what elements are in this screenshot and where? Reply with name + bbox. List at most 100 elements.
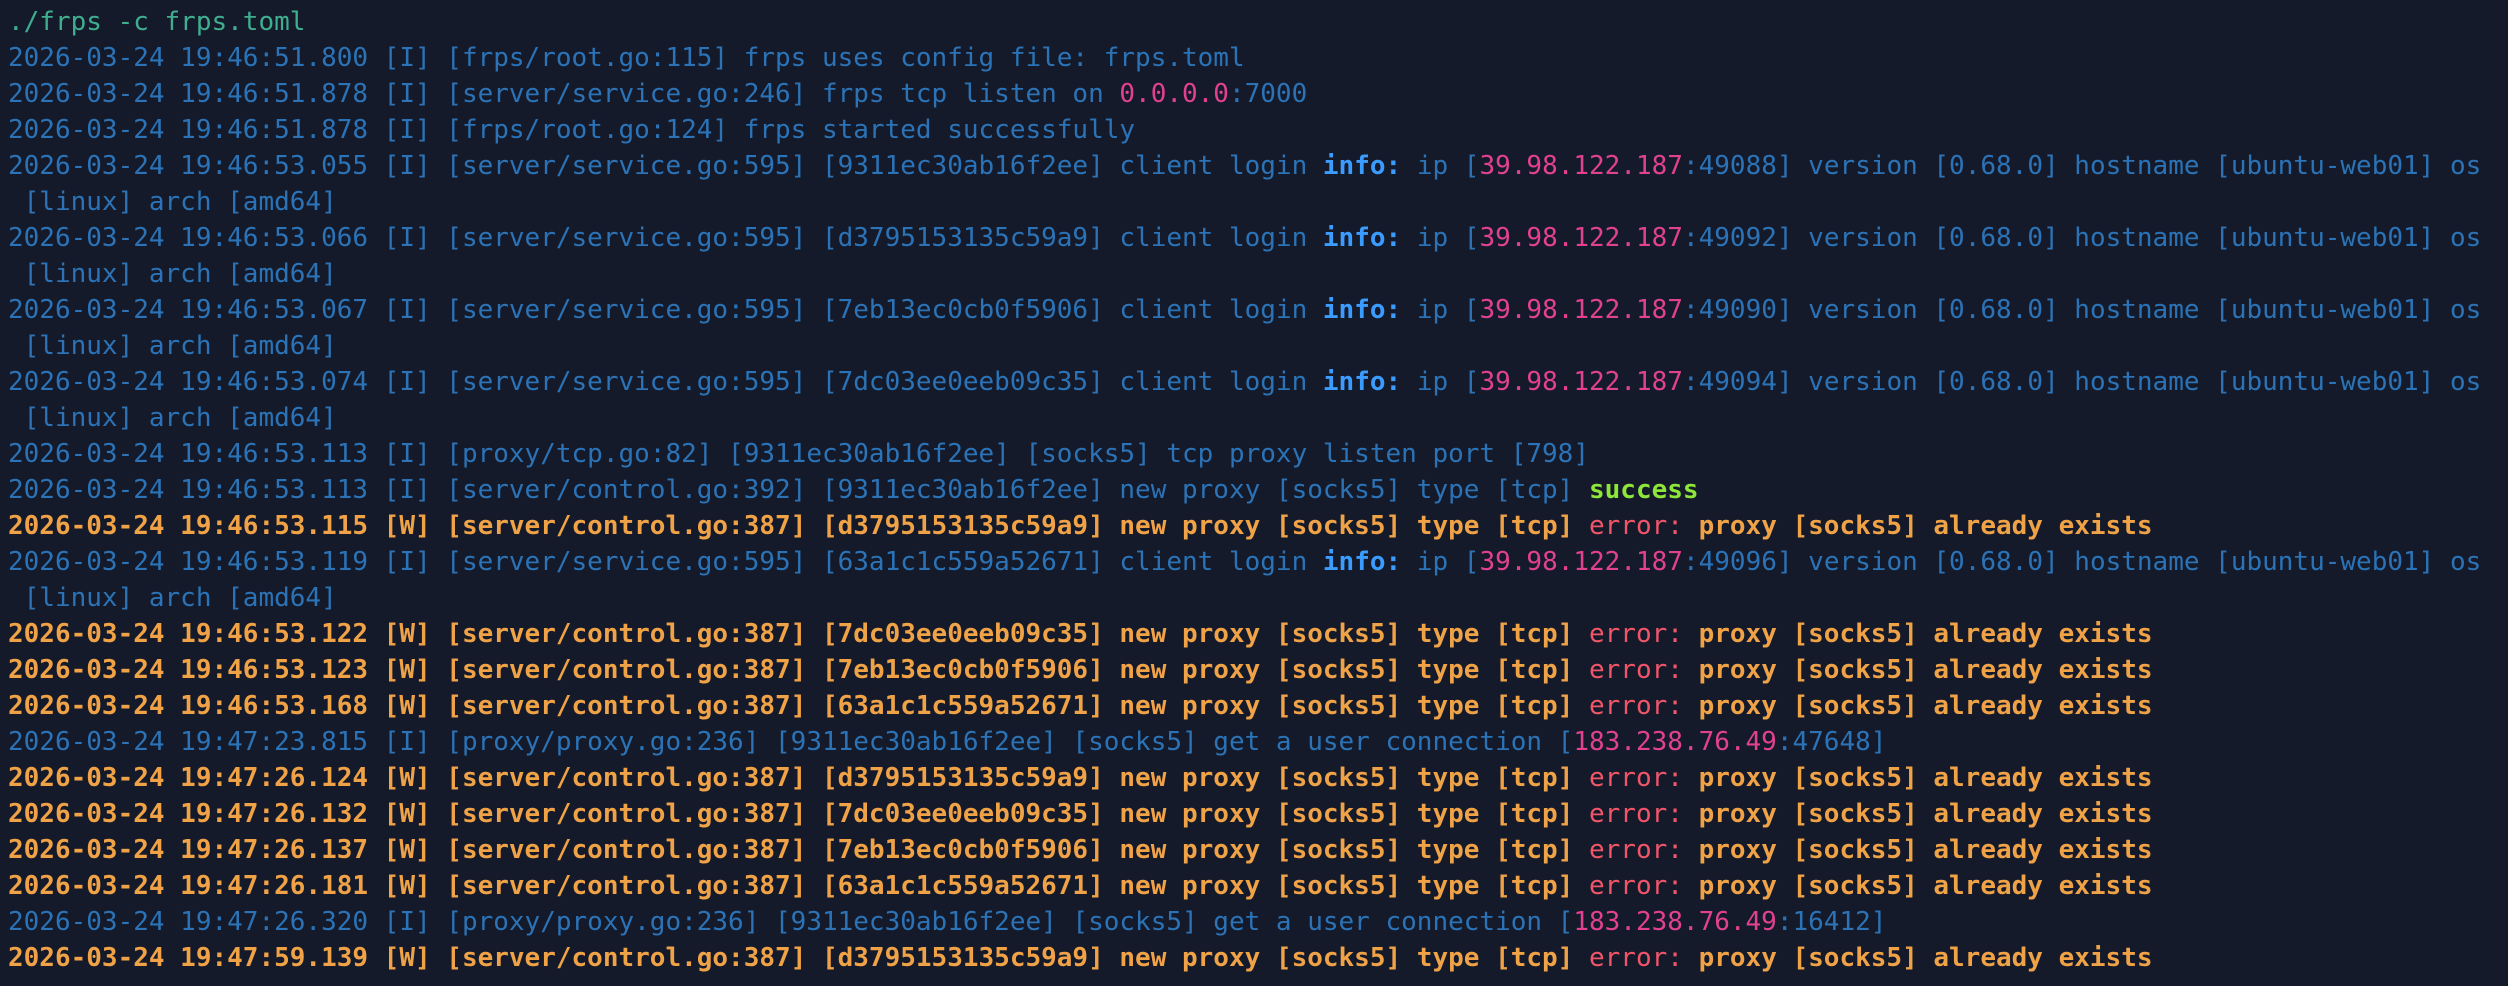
error-label: error: xyxy=(1589,691,1683,721)
error-label: error: xyxy=(1589,763,1683,793)
log-line-info: 2026-03-24 19:46:53.066 [I] [server/serv… xyxy=(8,220,2508,256)
log-line-info: [linux] arch [amd64] xyxy=(8,256,2508,292)
log-text: [linux] arch [amd64] xyxy=(8,403,337,433)
ip-address: 39.98.122.187 xyxy=(1479,367,1683,397)
info-label: info: xyxy=(1322,223,1402,253)
log-text: 2026-03-24 19:46:53.113 [I] [server/cont… xyxy=(8,475,1589,505)
log-line-warning: 2026-03-24 19:46:53.115 [W] [server/cont… xyxy=(8,508,2508,544)
error-label: error: xyxy=(1589,511,1683,541)
error-label: error: xyxy=(1589,619,1683,649)
info-label: info: xyxy=(1322,295,1402,325)
ip-address: 39.98.122.187 xyxy=(1479,295,1683,325)
log-text: ip [ xyxy=(1401,367,1480,397)
log-text: :49094] version [0.68.0] hostname [ubunt… xyxy=(1682,367,2482,397)
log-text: 2026-03-24 19:46:53.074 [I] [server/serv… xyxy=(8,367,1323,397)
log-text: :47648] xyxy=(1776,727,1887,757)
log-text: 2026-03-24 19:46:53.119 [I] [server/serv… xyxy=(8,547,1323,577)
log-text: [linux] arch [amd64] xyxy=(8,259,337,289)
ip-address: 39.98.122.187 xyxy=(1479,223,1683,253)
log-line-info: 2026-03-24 19:46:51.878 [I] [server/serv… xyxy=(8,76,2508,112)
log-text: proxy [socks5] already exists xyxy=(1682,511,2153,541)
log-line-info: 2026-03-24 19:46:53.113 [I] [proxy/tcp.g… xyxy=(8,436,2508,472)
log-line-info: 2026-03-24 19:46:53.113 [I] [server/cont… xyxy=(8,472,2508,508)
log-text: :49088] version [0.68.0] hostname [ubunt… xyxy=(1682,151,2482,181)
log-text: [linux] arch [amd64] xyxy=(8,331,337,361)
info-label: info: xyxy=(1322,547,1402,577)
log-text: 2026-03-24 19:47:26.320 [I] [proxy/proxy… xyxy=(8,907,1574,937)
log-line-info: [linux] arch [amd64] xyxy=(8,184,2508,220)
error-label: error: xyxy=(1589,943,1683,973)
log-lines: 2026-03-24 19:46:51.800 [I] [frps/root.g… xyxy=(8,40,2508,976)
log-line-info: 2026-03-24 19:46:53.074 [I] [server/serv… xyxy=(8,364,2508,400)
log-line-info: 2026-03-24 19:47:23.815 [I] [proxy/proxy… xyxy=(8,724,2508,760)
log-text: 2026-03-24 19:46:53.113 [I] [proxy/tcp.g… xyxy=(8,439,1589,469)
log-line-info: 2026-03-24 19:46:53.055 [I] [server/serv… xyxy=(8,148,2508,184)
log-text: proxy [socks5] already exists xyxy=(1682,619,2153,649)
log-text: 2026-03-24 19:46:53.067 [I] [server/serv… xyxy=(8,295,1323,325)
log-text: [linux] arch [amd64] xyxy=(8,583,337,613)
log-line-warning: 2026-03-24 19:46:53.123 [W] [server/cont… xyxy=(8,652,2508,688)
log-text: 2026-03-24 19:46:51.878 [I] [server/serv… xyxy=(8,79,1120,109)
log-text: 2026-03-24 19:46:53.168 [W] [server/cont… xyxy=(8,691,1589,721)
log-line-info: 2026-03-24 19:46:51.800 [I] [frps/root.g… xyxy=(8,40,2508,76)
log-line-warning: 2026-03-24 19:46:53.168 [W] [server/cont… xyxy=(8,688,2508,724)
terminal-output[interactable]: ./frps -c frps.toml 2026-03-24 19:46:51.… xyxy=(0,0,2508,986)
log-text: :49096] version [0.68.0] hostname [ubunt… xyxy=(1682,547,2482,577)
log-line-warning: 2026-03-24 19:46:53.122 [W] [server/cont… xyxy=(8,616,2508,652)
log-text: ip [ xyxy=(1401,151,1480,181)
log-text: 2026-03-24 19:47:26.132 [W] [server/cont… xyxy=(8,799,1589,829)
log-text: ip [ xyxy=(1401,547,1480,577)
log-text: 2026-03-24 19:47:26.124 [W] [server/cont… xyxy=(8,763,1589,793)
success-label: success xyxy=(1589,475,1699,505)
log-line-info: [linux] arch [amd64] xyxy=(8,580,2508,616)
log-text: 2026-03-24 19:46:51.800 [I] [frps/root.g… xyxy=(8,43,1245,73)
log-text: 2026-03-24 19:46:53.066 [I] [server/serv… xyxy=(8,223,1323,253)
log-line-warning: 2026-03-24 19:47:59.139 [W] [server/cont… xyxy=(8,940,2508,976)
command-line: ./frps -c frps.toml xyxy=(8,7,306,37)
log-text: proxy [socks5] already exists xyxy=(1682,835,2153,865)
error-label: error: xyxy=(1589,835,1683,865)
log-text: 2026-03-24 19:46:53.115 [W] [server/cont… xyxy=(8,511,1589,541)
log-text: proxy [socks5] already exists xyxy=(1682,763,2153,793)
log-text: proxy [socks5] already exists xyxy=(1682,691,2153,721)
log-text: ip [ xyxy=(1401,295,1480,325)
log-text: proxy [socks5] already exists xyxy=(1682,943,2153,973)
log-line-info: [linux] arch [amd64] xyxy=(8,328,2508,364)
log-line-warning: 2026-03-24 19:47:26.124 [W] [server/cont… xyxy=(8,760,2508,796)
info-label: info: xyxy=(1322,367,1402,397)
log-line-info: 2026-03-24 19:46:53.119 [I] [server/serv… xyxy=(8,544,2508,580)
log-line-info: 2026-03-24 19:46:51.878 [I] [frps/root.g… xyxy=(8,112,2508,148)
log-line-info: 2026-03-24 19:47:26.320 [I] [proxy/proxy… xyxy=(8,904,2508,940)
ip-address: 39.98.122.187 xyxy=(1479,547,1683,577)
log-text: proxy [socks5] already exists xyxy=(1682,871,2153,901)
ip-address: 183.238.76.49 xyxy=(1573,907,1777,937)
log-text: 2026-03-24 19:47:26.181 [W] [server/cont… xyxy=(8,871,1589,901)
error-label: error: xyxy=(1589,871,1683,901)
log-text: 2026-03-24 19:47:59.139 [W] [server/cont… xyxy=(8,943,1589,973)
ip-address: 39.98.122.187 xyxy=(1479,151,1683,181)
ip-address: 183.238.76.49 xyxy=(1573,727,1777,757)
log-text: [linux] arch [amd64] xyxy=(8,187,337,217)
log-line-info: 2026-03-24 19:46:53.067 [I] [server/serv… xyxy=(8,292,2508,328)
log-text: 2026-03-24 19:47:26.137 [W] [server/cont… xyxy=(8,835,1589,865)
log-text: proxy [socks5] already exists xyxy=(1682,655,2153,685)
log-text: :49092] version [0.68.0] hostname [ubunt… xyxy=(1682,223,2482,253)
log-text: 2026-03-24 19:46:51.878 [I] [frps/root.g… xyxy=(8,115,1136,145)
log-text: 2026-03-24 19:46:53.122 [W] [server/cont… xyxy=(8,619,1589,649)
log-text: 2026-03-24 19:46:53.055 [I] [server/serv… xyxy=(8,151,1323,181)
log-text: 2026-03-24 19:47:23.815 [I] [proxy/proxy… xyxy=(8,727,1574,757)
log-text: :7000 xyxy=(1228,79,1308,109)
log-text: proxy [socks5] already exists xyxy=(1682,799,2153,829)
log-line-warning: 2026-03-24 19:47:26.137 [W] [server/cont… xyxy=(8,832,2508,868)
ip-address: 0.0.0.0 xyxy=(1119,79,1229,109)
log-text: 2026-03-24 19:46:53.123 [W] [server/cont… xyxy=(8,655,1589,685)
log-text: :49090] version [0.68.0] hostname [ubunt… xyxy=(1682,295,2482,325)
error-label: error: xyxy=(1589,799,1683,829)
log-line-info: [linux] arch [amd64] xyxy=(8,400,2508,436)
log-text: ip [ xyxy=(1401,223,1480,253)
log-line-warning: 2026-03-24 19:47:26.132 [W] [server/cont… xyxy=(8,796,2508,832)
log-line-warning: 2026-03-24 19:47:26.181 [W] [server/cont… xyxy=(8,868,2508,904)
error-label: error: xyxy=(1589,655,1683,685)
info-label: info: xyxy=(1322,151,1402,181)
log-text: :16412] xyxy=(1776,907,1887,937)
